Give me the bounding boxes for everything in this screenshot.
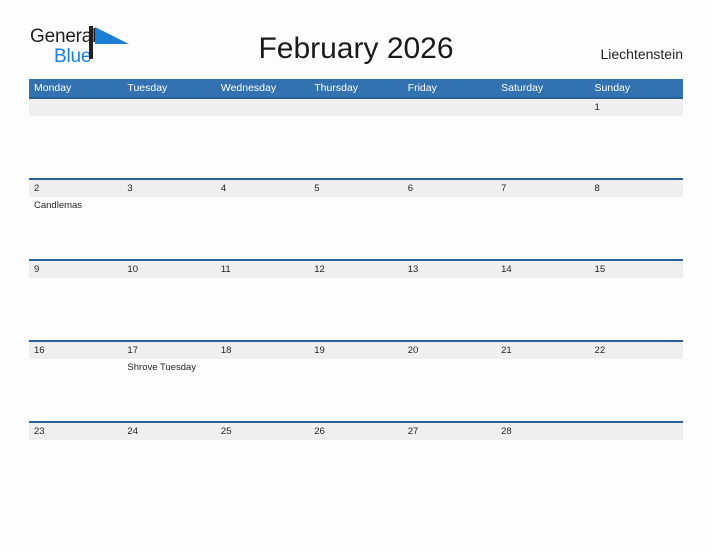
day-number[interactable]: 10 <box>122 261 215 278</box>
day-cell[interactable] <box>309 116 402 178</box>
weekday-header-wednesday: Wednesday <box>220 82 277 94</box>
day-number[interactable]: 17 <box>122 342 215 359</box>
day-cell[interactable] <box>496 359 589 421</box>
day-cell[interactable] <box>403 359 496 421</box>
day-cell[interactable]: Shrove Tuesday <box>122 359 215 421</box>
day-cell[interactable] <box>29 440 122 502</box>
week-date-band: 9 10 11 12 13 14 15 <box>29 261 683 278</box>
day-cell[interactable] <box>122 197 215 259</box>
week-body-band <box>29 440 683 502</box>
day-cell[interactable] <box>403 197 496 259</box>
day-cell[interactable] <box>403 278 496 340</box>
day-event: Candlemas <box>34 200 83 211</box>
weekday-header-monday: Monday <box>34 82 72 94</box>
day-cell[interactable] <box>403 440 496 502</box>
day-cell[interactable] <box>122 440 215 502</box>
day-cell[interactable] <box>496 278 589 340</box>
week-body-band <box>29 116 683 178</box>
day-number[interactable]: 12 <box>309 261 402 278</box>
day-event: Shrove Tuesday <box>127 362 197 373</box>
day-number[interactable] <box>122 99 215 116</box>
weekday-header-tuesday: Tuesday <box>127 82 168 94</box>
day-number[interactable]: 23 <box>29 423 122 440</box>
day-number[interactable]: 25 <box>216 423 309 440</box>
day-cell[interactable] <box>309 197 402 259</box>
day-number[interactable]: 20 <box>403 342 496 359</box>
day-cell[interactable] <box>403 116 496 178</box>
day-number[interactable]: 15 <box>590 261 683 278</box>
page-header: General Blue February 2026 Liechtenstein <box>0 0 712 78</box>
day-cell[interactable] <box>590 278 683 340</box>
calendar-week-row: 9 10 11 12 13 14 15 <box>29 259 683 340</box>
day-cell[interactable] <box>590 440 683 502</box>
weekday-header-sunday: Sunday <box>594 82 631 94</box>
day-cell[interactable] <box>309 359 402 421</box>
day-number[interactable]: 1 <box>590 99 683 116</box>
day-number[interactable] <box>496 99 589 116</box>
day-number[interactable] <box>216 99 309 116</box>
day-number[interactable]: 22 <box>590 342 683 359</box>
day-number[interactable]: 16 <box>29 342 122 359</box>
day-number[interactable]: 6 <box>403 180 496 197</box>
week-date-band: 16 17 18 19 20 21 22 <box>29 342 683 359</box>
day-cell[interactable] <box>590 197 683 259</box>
day-number[interactable]: 13 <box>403 261 496 278</box>
day-cell[interactable] <box>29 116 122 178</box>
day-number[interactable]: 21 <box>496 342 589 359</box>
day-number[interactable]: 5 <box>309 180 402 197</box>
calendar-week-row: 2 3 4 5 6 7 8 Candlemas <box>29 178 683 259</box>
day-number[interactable]: 4 <box>216 180 309 197</box>
day-number[interactable]: 27 <box>403 423 496 440</box>
day-number[interactable]: 14 <box>496 261 589 278</box>
week-body-band <box>29 278 683 340</box>
day-cell[interactable] <box>29 359 122 421</box>
day-cell[interactable] <box>496 440 589 502</box>
day-number[interactable] <box>29 99 122 116</box>
day-number[interactable] <box>309 99 402 116</box>
day-cell[interactable] <box>216 116 309 178</box>
day-cell[interactable] <box>216 359 309 421</box>
week-date-band: 23 24 25 26 27 28 <box>29 423 683 440</box>
day-number[interactable]: 19 <box>309 342 402 359</box>
calendar-week-row: 23 24 25 26 27 28 <box>29 421 683 502</box>
day-number[interactable] <box>403 99 496 116</box>
day-number[interactable]: 28 <box>496 423 589 440</box>
day-cell[interactable] <box>216 440 309 502</box>
weekday-header-saturday: Saturday <box>501 82 544 94</box>
day-cell[interactable] <box>122 278 215 340</box>
weekday-header-row: Monday Tuesday Wednesday Thursday Friday… <box>29 79 683 97</box>
day-number[interactable]: 24 <box>122 423 215 440</box>
day-cell[interactable] <box>496 116 589 178</box>
week-date-band: 2 3 4 5 6 7 8 <box>29 180 683 197</box>
day-cell[interactable] <box>590 359 683 421</box>
calendar-region-label: Liechtenstein <box>600 46 683 62</box>
weekday-header-thursday: Thursday <box>314 82 359 94</box>
week-body-band: Candlemas <box>29 197 683 259</box>
day-cell[interactable] <box>216 197 309 259</box>
day-cell[interactable] <box>590 116 683 178</box>
day-cell[interactable] <box>496 197 589 259</box>
day-number[interactable]: 2 <box>29 180 122 197</box>
day-number[interactable]: 18 <box>216 342 309 359</box>
day-number[interactable]: 8 <box>590 180 683 197</box>
day-number[interactable]: 26 <box>309 423 402 440</box>
day-cell[interactable] <box>309 440 402 502</box>
day-cell[interactable] <box>122 116 215 178</box>
calendar-week-row: 1 <box>29 97 683 178</box>
week-body-band: Shrove Tuesday <box>29 359 683 421</box>
day-number[interactable] <box>590 423 683 440</box>
weekday-header-friday: Friday <box>407 82 437 94</box>
day-number[interactable]: 9 <box>29 261 122 278</box>
day-cell[interactable] <box>309 278 402 340</box>
day-number[interactable]: 11 <box>216 261 309 278</box>
day-number[interactable]: 3 <box>122 180 215 197</box>
calendar-grid: Monday Tuesday Wednesday Thursday Friday… <box>29 79 683 502</box>
day-cell[interactable] <box>216 278 309 340</box>
week-date-band: 1 <box>29 99 683 116</box>
day-cell[interactable]: Candlemas <box>29 197 122 259</box>
day-number[interactable]: 7 <box>496 180 589 197</box>
calendar-week-row: 16 17 18 19 20 21 22 Shrove Tuesday <box>29 340 683 421</box>
day-cell[interactable] <box>29 278 122 340</box>
